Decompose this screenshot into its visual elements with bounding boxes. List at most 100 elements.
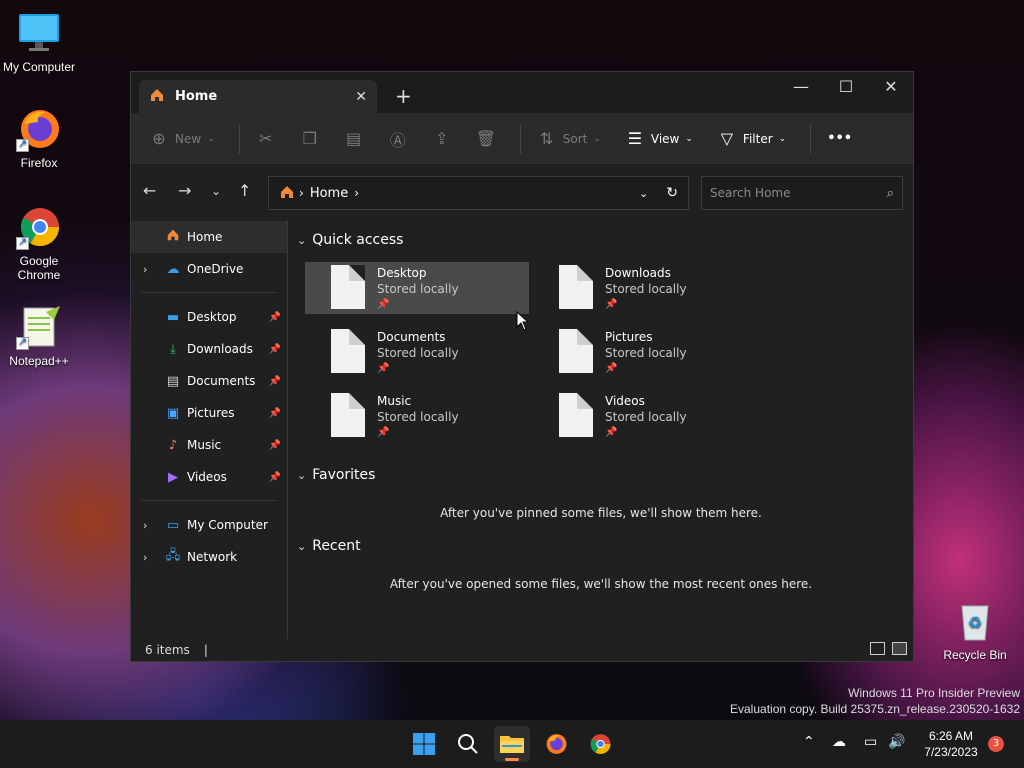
pin-icon: 📌	[605, 427, 618, 438]
quick-access-tile-documents[interactable]: Documents Stored locally 📌	[305, 326, 529, 378]
refresh-icon[interactable]: ↻	[666, 185, 678, 201]
desktop-icon-recycle-bin[interactable]: ♻ Recycle Bin	[936, 598, 1014, 662]
folder-icon	[331, 329, 365, 373]
expand-chevron-icon[interactable]: ›	[143, 551, 147, 564]
new-button[interactable]: ⊕ New ⌄	[149, 129, 214, 148]
show-hidden-icons-chevron-icon[interactable]: ⌃	[803, 734, 815, 750]
network-icon[interactable]: ▭	[864, 734, 877, 750]
taskbar-firefox[interactable]	[538, 726, 574, 762]
minimize-button[interactable]: —	[778, 74, 824, 100]
pin-icon: 📌	[377, 299, 390, 310]
copy-icon: ❐	[302, 129, 317, 148]
shortcut-arrow-icon	[16, 235, 29, 250]
expand-chevron-icon[interactable]: ›	[143, 519, 147, 532]
new-label: New	[175, 131, 202, 146]
rename-button[interactable]: Ⓐ	[388, 127, 408, 151]
network-icon: 🖧	[165, 548, 181, 563]
collapse-chevron-icon[interactable]: ⌄	[297, 540, 306, 553]
breadcrumb-separator-icon[interactable]: ›	[354, 186, 359, 200]
start-button[interactable]	[406, 726, 442, 762]
cut-button[interactable]: ✂	[256, 129, 276, 148]
quick-access-tile-downloads[interactable]: Downloads Stored locally 📌	[533, 262, 757, 314]
share-button[interactable]: ⇪	[432, 129, 452, 148]
cloud-offline-icon[interactable]: ☁	[832, 734, 846, 750]
more-options-button[interactable]: •••	[827, 131, 852, 146]
quick-access-tile-videos[interactable]: Videos Stored locally 📌	[533, 390, 757, 442]
address-dropdown-icon[interactable]: ⌄	[639, 187, 648, 200]
sidebar-item-documents[interactable]: ▤ Documents 📌	[131, 365, 287, 397]
desktop-icon-google-chrome[interactable]: Google Chrome	[0, 204, 78, 282]
picture-icon: ▣	[166, 405, 180, 421]
sidebar-item-pictures[interactable]: ▣ Pictures 📌	[131, 397, 287, 429]
desktop-icon-label: Recycle Bin	[943, 648, 1007, 662]
taskbar-chrome[interactable]	[582, 726, 618, 762]
paste-button[interactable]: ▤	[344, 129, 364, 148]
sidebar-divider	[141, 292, 277, 293]
search-button[interactable]	[450, 726, 486, 762]
desktop-icon-my-computer[interactable]: My Computer	[0, 10, 78, 74]
quick-access-tile-desktop[interactable]: Desktop Stored locally 📌	[305, 262, 529, 314]
windows-watermark: Windows 11 Pro Insider Preview Evaluatio…	[730, 685, 1020, 717]
desktop-icon-notepad-plus-plus[interactable]: Notepad++	[0, 304, 78, 368]
copy-button[interactable]: ❐	[300, 129, 320, 148]
volume-icon[interactable]: 🔊	[888, 734, 905, 750]
sidebar-item-label: Music	[187, 438, 222, 452]
filter-button[interactable]: ▽ Filter ⌄	[717, 129, 786, 148]
section-recent[interactable]: ⌄ Recent	[297, 538, 361, 554]
sidebar-item-videos[interactable]: ▶ Videos 📌	[131, 461, 287, 493]
sort-button[interactable]: ⇅ Sort ⌄	[537, 129, 601, 148]
search-input[interactable]: Search Home ⌕	[701, 176, 903, 210]
pin-icon: 📌	[268, 471, 281, 483]
trash-icon: 🗑	[475, 129, 497, 148]
windows-logo-icon	[413, 733, 435, 755]
breadcrumb-home[interactable]: Home	[310, 186, 348, 201]
watermark-line: Evaluation copy. Build 25375.zn_release.…	[730, 702, 1020, 716]
quick-access-tile-music[interactable]: Music Stored locally 📌	[305, 390, 529, 442]
notification-badge[interactable]: 3	[988, 736, 1004, 752]
sidebar-item-network[interactable]: › 🖧 Network	[131, 541, 287, 573]
sidebar-item-desktop[interactable]: ▬ Desktop 📌	[131, 301, 287, 333]
tab-home[interactable]: Home ✕	[139, 80, 377, 113]
expand-chevron-icon[interactable]: ›	[143, 263, 147, 276]
back-arrow-icon[interactable]: ←	[143, 181, 156, 200]
chevron-down-icon: ⌄	[593, 133, 601, 144]
pin-icon: 📌	[605, 299, 618, 310]
sidebar-item-home[interactable]: Home	[131, 221, 287, 253]
section-title: Recent	[312, 538, 361, 554]
svg-text:♻: ♻	[968, 615, 982, 632]
collapse-chevron-icon[interactable]: ⌄	[297, 234, 306, 247]
taskbar: ⌃ ☁ ▭ 🔊 6:26 AM 7/23/2023 3	[0, 720, 1024, 768]
close-window-button[interactable]: ✕	[868, 74, 914, 100]
new-tab-button[interactable]: +	[395, 84, 412, 108]
sidebar-item-my-computer[interactable]: › ▭ My Computer	[131, 509, 287, 541]
section-favorites[interactable]: ⌄ Favorites	[297, 467, 375, 483]
sidebar-item-onedrive[interactable]: › ☁ OneDrive	[131, 253, 287, 285]
close-tab-icon[interactable]: ✕	[355, 89, 367, 105]
taskbar-file-explorer[interactable]	[494, 726, 530, 762]
clock[interactable]: 6:26 AM 7/23/2023	[918, 728, 984, 760]
desktop-icon-firefox[interactable]: Firefox	[0, 106, 78, 170]
collapse-chevron-icon[interactable]: ⌄	[297, 469, 306, 482]
pin-icon: 📌	[268, 311, 281, 323]
sidebar-item-label: Home	[187, 230, 223, 244]
up-arrow-icon[interactable]: ↑	[238, 181, 251, 200]
address-bar[interactable]: › Home › ⌄ ↻	[268, 176, 689, 210]
sidebar-item-downloads[interactable]: ⤓ Downloads 📌	[131, 333, 287, 365]
view-button[interactable]: ☰ View ⌄	[625, 129, 693, 148]
sidebar-item-label: Pictures	[187, 406, 235, 420]
forward-arrow-icon[interactable]: →	[178, 181, 191, 200]
delete-button[interactable]: 🗑	[476, 129, 496, 148]
pin-icon: 📌	[268, 439, 281, 451]
monitor-icon: ▭	[166, 517, 180, 533]
details-view-icon[interactable]	[870, 642, 885, 655]
tiles-view-icon[interactable]	[892, 642, 907, 655]
recent-locations-chevron-icon[interactable]: ⌄	[211, 184, 221, 198]
sidebar-item-music[interactable]: ♪ Music 📌	[131, 429, 287, 461]
folder-icon	[331, 265, 365, 309]
toolbar-divider	[238, 123, 240, 154]
maximize-button[interactable]: ☐	[823, 74, 869, 100]
section-quick-access[interactable]: ⌄ Quick access	[297, 232, 403, 248]
quick-access-tile-pictures[interactable]: Pictures Stored locally 📌	[533, 326, 757, 378]
desktop-folder-icon: ▬	[166, 309, 180, 325]
firefox-icon	[16, 106, 62, 152]
